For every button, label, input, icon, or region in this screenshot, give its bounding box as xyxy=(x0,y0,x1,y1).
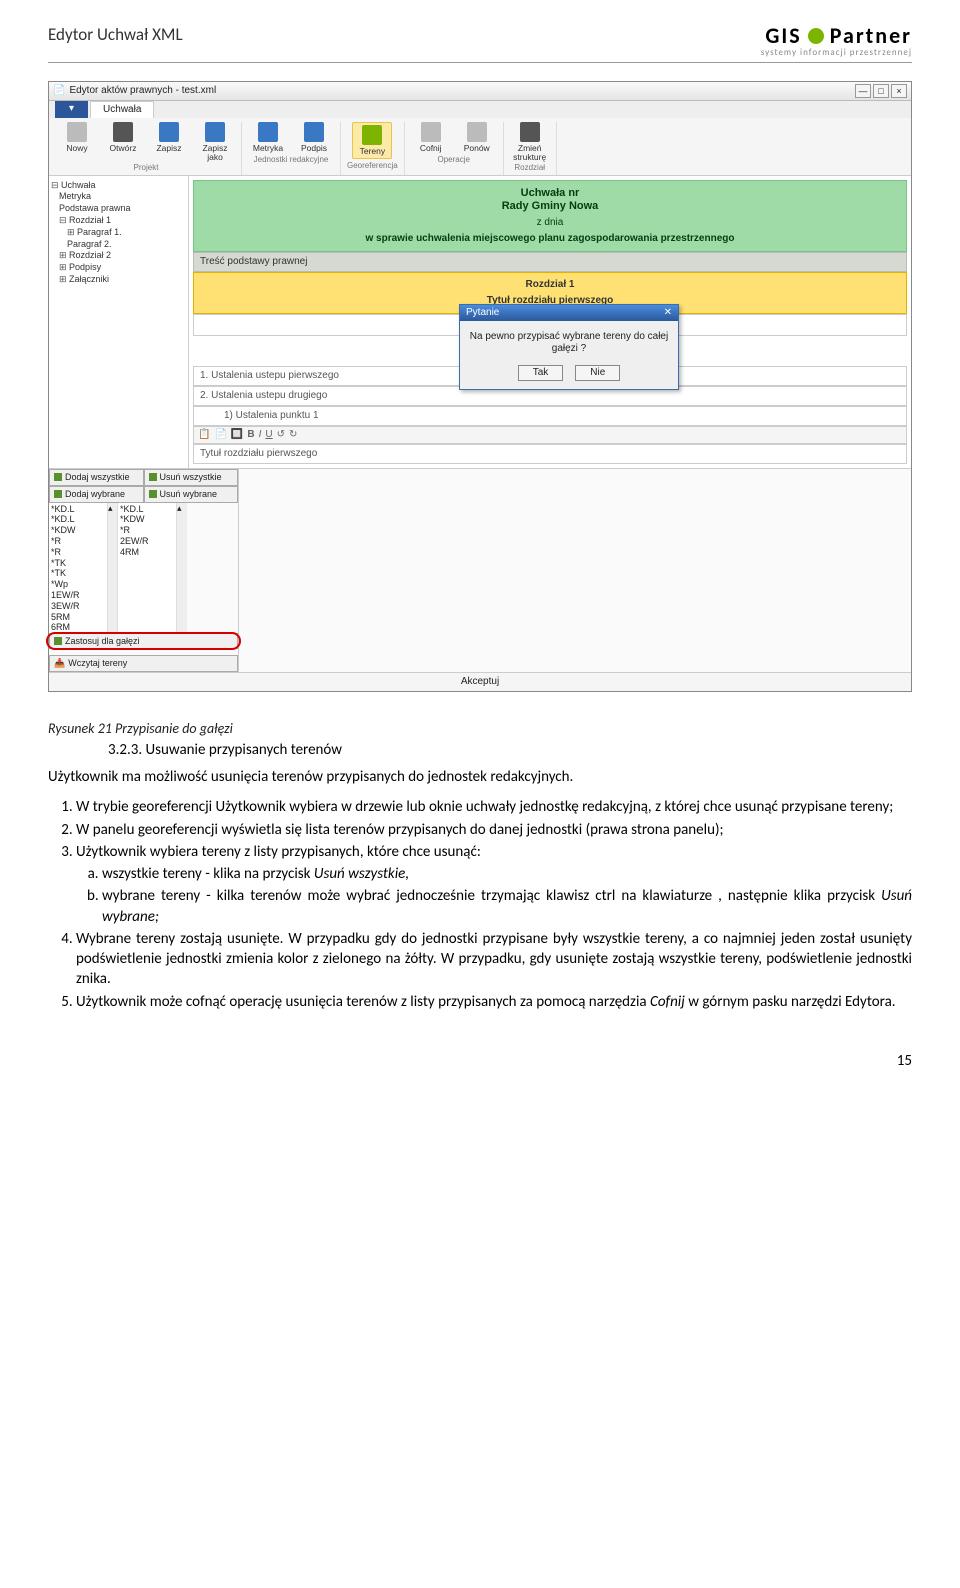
terrain-item[interactable]: *KD.L xyxy=(51,504,105,515)
page-number: 15 xyxy=(48,1052,912,1070)
editor-field[interactable]: Tytuł rozdziału pierwszego xyxy=(193,444,907,464)
tree-node[interactable]: Rozdział 1 xyxy=(59,215,186,227)
ribbon-undo[interactable]: Cofnij xyxy=(411,122,451,153)
tree-node[interactable]: Podstawa prawna xyxy=(59,203,186,215)
editor-toolbar[interactable]: 📋📄🔲BIU↺↻ xyxy=(193,426,907,444)
terrain-item[interactable]: *R xyxy=(51,536,105,547)
add-selected-button[interactable]: Dodaj wybrane xyxy=(49,486,144,503)
add-all-button[interactable]: Dodaj wszystkie xyxy=(49,469,144,486)
scrollbar[interactable]: ▴ xyxy=(177,503,187,633)
ribbon-save-as[interactable]: Zapisz jako xyxy=(195,122,235,161)
ribbon-podpis[interactable]: Podpis xyxy=(294,122,334,153)
maximize-button[interactable]: □ xyxy=(873,84,889,98)
doc-header-right: GIS Partner systemy informacji przestrze… xyxy=(761,24,912,58)
step-3a: wszystkie tereny - klika na przycisk Usu… xyxy=(102,864,912,884)
dialog-title: Pytanie xyxy=(466,307,499,319)
terrain-item[interactable]: *Wp xyxy=(51,579,105,590)
terrain-item[interactable]: 5RM xyxy=(51,612,105,623)
terrain-item[interactable]: *TK xyxy=(51,568,105,579)
tree-node[interactable]: Uchwała xyxy=(51,180,186,192)
section-heading: 3.2.3. Usuwanie przypisanych terenów xyxy=(108,741,912,759)
terrain-item[interactable]: *KDW xyxy=(51,525,105,536)
brand-sub: systemy informacji przestrzennej xyxy=(761,48,912,58)
terrain-item[interactable]: 4RM xyxy=(120,547,174,558)
legal-basis-bar: Treść podstawy prawnej xyxy=(193,252,907,272)
terrain-list-right[interactable]: *KD.L*KDW*R2EW/R4RM xyxy=(118,503,177,633)
app-screenshot: 📄 Edytor aktów prawnych - test.xml — □ ×… xyxy=(48,81,912,692)
dialog-close-icon[interactable]: ✕ xyxy=(664,307,672,319)
terrain-item[interactable]: 2EW/R xyxy=(120,536,174,547)
ribbon-tereny[interactable]: Tereny xyxy=(352,122,392,159)
ribbon-new[interactable]: Nowy xyxy=(57,122,97,161)
read-terrains-button[interactable]: 📥Wczytaj tereny xyxy=(49,655,238,672)
step-2: W panelu georeferencji wyświetla się lis… xyxy=(76,820,912,840)
list-item[interactable]: 1) Ustalenia punktu 1 xyxy=(193,406,907,426)
ribbon-caption-projekt: Projekt xyxy=(57,163,235,173)
scrollbar[interactable]: ▴ xyxy=(108,503,118,633)
dialog-no-button[interactable]: Nie xyxy=(575,365,620,381)
apply-branch-button[interactable]: Zastosuj dla gałęzi xyxy=(49,633,238,650)
intro-paragraph: Użytkownik ma możliwość usunięcia terenó… xyxy=(48,767,912,787)
tree-node[interactable]: Paragraf 1. xyxy=(67,227,186,239)
close-button[interactable]: × xyxy=(891,84,907,98)
delete-all-button[interactable]: Usuń wszystkie xyxy=(144,469,239,486)
ribbon-metryka[interactable]: Metryka xyxy=(248,122,288,153)
tree-node[interactable]: Rozdział 2 xyxy=(59,250,186,262)
brand-gis: GIS xyxy=(765,24,801,48)
minimize-button[interactable]: — xyxy=(855,84,871,98)
terrain-item[interactable]: *R xyxy=(51,547,105,558)
terrain-item[interactable]: *TK xyxy=(51,558,105,569)
ribbon-struct[interactable]: Zmień strukturę xyxy=(510,122,550,161)
terrain-item[interactable]: 3EW/R xyxy=(51,601,105,612)
app-title: Edytor aktów prawnych - test.xml xyxy=(69,85,216,97)
ribbon-caption-geo: Georeferencja xyxy=(347,161,398,171)
tree-node[interactable]: Paragraf 2. xyxy=(67,239,186,251)
header-block: Uchwała nr Rady Gminy Nowa z dnia w spra… xyxy=(193,180,907,252)
step-1: W trybie georeferencji Użytkownik wybier… xyxy=(76,797,912,817)
terrain-item[interactable]: *KD.L xyxy=(120,504,174,515)
terrain-item[interactable]: 1EW/R xyxy=(51,590,105,601)
step-5: Użytkownik może cofnąć operację usunięci… xyxy=(76,992,912,1012)
step-4: Wybrane tereny zostają usunięte. W przyp… xyxy=(76,929,912,990)
ribbon-caption-roz: Rozdział xyxy=(510,163,550,173)
tree-pane[interactable]: Uchwała Metryka Podstawa prawna Rozdział… xyxy=(49,176,189,468)
app-menu[interactable]: ▾ xyxy=(55,101,88,118)
terrain-item[interactable]: *KD.L xyxy=(51,514,105,525)
ribbon-save[interactable]: Zapisz xyxy=(149,122,189,161)
terrain-item[interactable]: *R xyxy=(120,525,174,536)
dialog-message: Na pewno przypisać wybrane tereny do cał… xyxy=(468,331,670,355)
tree-node[interactable]: Metryka xyxy=(59,191,186,203)
delete-selected-button[interactable]: Usuń wybrane xyxy=(144,486,239,503)
terrain-list-left[interactable]: *KD.L*KD.L*KDW*R*R*TK*TK*Wp1EW/R3EW/R5RM… xyxy=(49,503,108,633)
tree-node[interactable]: Podpisy xyxy=(59,262,186,274)
step-3b: wybrane tereny - kilka terenów może wybr… xyxy=(102,886,912,927)
step-3: Użytkownik wybiera tereny z listy przypi… xyxy=(76,842,912,927)
brand-partner: Partner xyxy=(830,24,912,48)
doc-header-left: Edytor Uchwał XML xyxy=(48,24,183,45)
tab-uchwala[interactable]: Uchwała xyxy=(90,101,154,118)
ribbon-redo[interactable]: Ponów xyxy=(457,122,497,153)
brand-dot-icon xyxy=(808,28,824,44)
app-icon: 📄 xyxy=(53,85,65,97)
dialog-yes-button[interactable]: Tak xyxy=(518,365,564,381)
ribbon-open[interactable]: Otwórz xyxy=(103,122,143,161)
accept-button[interactable]: Akceptuj xyxy=(49,672,911,691)
figure-caption: Rysunek 21 Przypisanie do gałęzi xyxy=(48,720,912,737)
confirm-dialog: Pytanie ✕ Na pewno przypisać wybrane ter… xyxy=(459,304,679,390)
terrain-item[interactable]: *KDW xyxy=(120,514,174,525)
ribbon-caption-op: Operacje xyxy=(411,155,497,165)
ribbon-caption-jr: Jednostki redakcyjne xyxy=(248,155,334,165)
tree-node[interactable]: Załączniki xyxy=(59,274,186,286)
